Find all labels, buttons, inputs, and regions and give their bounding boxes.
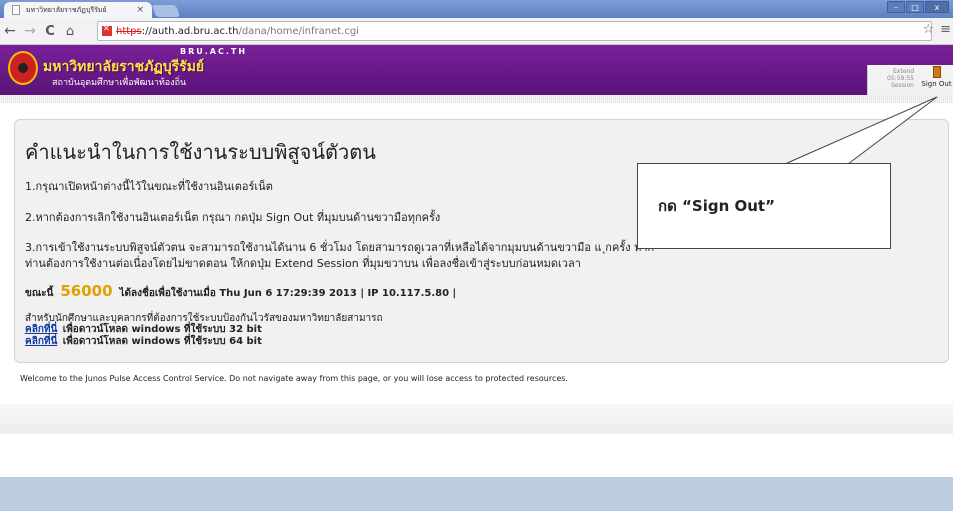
download-64-text: เพื่อดาวน์โหลด windows ที่ใช้ระบบ 64 bit (62, 336, 262, 347)
download-64-link[interactable]: คลิกที่นี่ (25, 336, 57, 347)
university-tagline: สถาบันอุดมศึกษาเพื่อพัฒนาท้องถิ่น (52, 78, 187, 88)
page-shadow-band (0, 404, 953, 434)
address-bar[interactable]: https ://auth.ad.bru.ac.th /dana/home/in… (97, 21, 932, 41)
session-text: ได้ลงชื่อเพื่อใช้งานเมื่อ Thu Jun 6 17:2… (119, 288, 457, 299)
extend-session-label: Session (891, 82, 914, 89)
browser-tab[interactable]: มหาวิทยาลัยราชภัฏบุรีรัมย์ × (4, 2, 152, 18)
extend-time: 05:59:55 (887, 75, 914, 82)
extend-session-button[interactable]: Extend 05:59:55 Session (874, 68, 914, 89)
forward-icon[interactable]: → (20, 23, 40, 39)
star-icon[interactable]: ☆ (922, 22, 934, 37)
header-stripe (0, 95, 953, 103)
download-64-row: คลิกที่นี่ เพื่อดาวน์โหลด windows ที่ใช้… (25, 334, 262, 349)
instruction-3-cont: ท่านต้องการใช้งานต่อเนื่องโดยไม่ขาดตอน ใ… (25, 257, 581, 270)
logo-icon (8, 51, 38, 85)
extend-label: Extend (893, 68, 914, 75)
instruction-1: 1.กรุณาเปิดหน้าต่างนี้ไว้ในขณะที่ใช้งานอ… (25, 180, 273, 193)
browser-toolbar: ← → C ⌂ https ://auth.ad.bru.ac.th /dana… (0, 18, 953, 45)
back-icon[interactable]: ← (0, 23, 20, 39)
maximize-button[interactable]: □ (906, 1, 924, 13)
session-prefix: ขณะนี้ (25, 288, 54, 299)
url-path: /dana/home/infranet.cgi (238, 25, 359, 37)
minimize-button[interactable]: – (887, 1, 905, 13)
new-tab-button[interactable] (151, 5, 181, 17)
url-host: ://auth.ad.bru.ac.th (141, 25, 239, 37)
session-info: ขณะนี้ 56000 ได้ลงชื่อเพื่อใช้งานเมื่อ T… (25, 282, 456, 301)
home-icon[interactable]: ⌂ (60, 24, 80, 39)
doc-icon (12, 5, 20, 15)
site-header: BRU.AC.TH มหาวิทยาลัยราชภัฏบุรีรัมย์ สถา… (0, 45, 953, 95)
page-title: คำแนะนำในการใช้งานระบบพิสูจน์ตัวตน (25, 140, 376, 164)
door-icon (932, 66, 941, 78)
footer-notice: Welcome to the Junos Pulse Access Contro… (20, 374, 568, 383)
url-scheme: https (116, 25, 142, 37)
signout-label: Sign Out (921, 80, 952, 88)
domain-text: BRU.AC.TH (180, 47, 248, 56)
reload-icon[interactable]: C (40, 24, 60, 39)
signout-callout: กด “Sign Out” (637, 163, 891, 249)
menu-icon[interactable]: ≡ (940, 22, 951, 37)
close-window-button[interactable]: x (925, 1, 949, 13)
window-controls: – □ x (887, 1, 949, 13)
instruction-2: 2.หากต้องการเลิกใช้งานอินเตอร์เน็ต กรุณา… (25, 211, 441, 224)
callout-text: กด “Sign Out” (658, 197, 775, 215)
browser-tabstrip: มหาวิทยาลัยราชภัฏบุรีรัมย์ × – □ x (0, 0, 953, 18)
page-bottom-band (0, 477, 953, 511)
session-timer: 56000 (60, 282, 113, 300)
lock-broken-icon[interactable] (102, 24, 112, 36)
tab-title: มหาวิทยาลัยราชภัฏบุรีรัมย์ (26, 5, 107, 14)
tab-close-icon[interactable]: × (136, 5, 144, 15)
session-controls: Extend 05:59:55 Session Sign Out (867, 65, 953, 95)
signout-button[interactable]: Sign Out (920, 66, 953, 88)
